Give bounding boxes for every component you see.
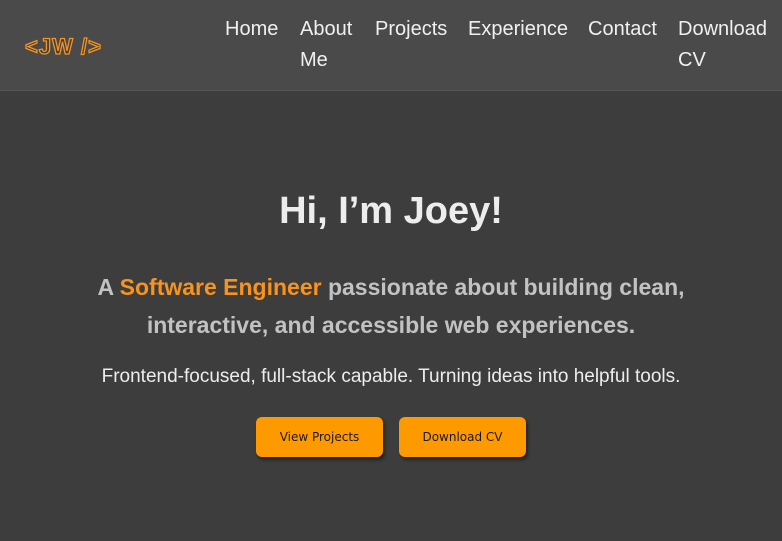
site-logo[interactable]: <JW /> <box>24 33 102 60</box>
nav-link-experience[interactable]: Experience <box>468 14 568 45</box>
nav-link-home[interactable]: Home <box>225 14 278 45</box>
view-projects-button[interactable]: View Projects <box>256 417 383 457</box>
hero-tagline: Frontend-focused, full-stack capable. Tu… <box>101 366 681 387</box>
nav-link-about-line2: Me <box>300 49 328 71</box>
hero-title: Hi, I’m Joey! <box>279 190 503 232</box>
nav-link-about-line1: About <box>300 18 353 40</box>
nav-link-download-cv[interactable]: Download CV <box>678 14 767 76</box>
navbar: <JW /> Home About Me Projects Experience… <box>0 0 782 91</box>
nav-link-download-line1: Download <box>678 18 767 40</box>
nav-link-about[interactable]: About Me <box>300 14 352 76</box>
hero-subtitle-highlight: Software Engineer <box>119 274 322 300</box>
nav-link-contact[interactable]: Contact <box>588 14 657 45</box>
nav-link-projects[interactable]: Projects <box>375 14 447 45</box>
hero-subtitle: A Software Engineer passionate about bui… <box>70 268 712 344</box>
hero-subtitle-prefix: A <box>97 274 120 300</box>
nav-link-download-line2: CV <box>678 49 706 71</box>
download-cv-button[interactable]: Download CV <box>399 417 526 457</box>
